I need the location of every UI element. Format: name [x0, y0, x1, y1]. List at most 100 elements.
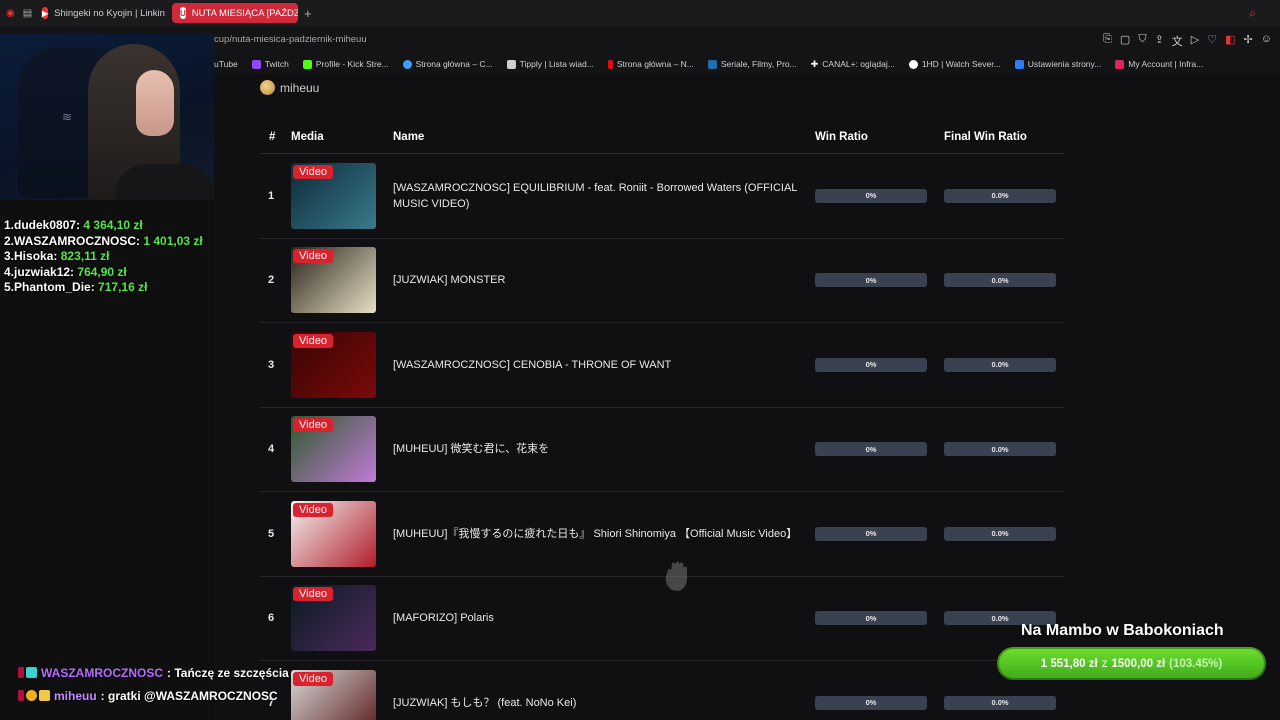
leaderboard-name: dudek0807:: [14, 218, 81, 232]
row-final-win-ratio: 0.0%: [944, 357, 1064, 372]
video-thumbnail[interactable]: Video: [291, 331, 376, 398]
final-win-ratio-value: 0.0%: [991, 444, 1009, 454]
bookmark-label: Ustawienia strony...: [1027, 59, 1102, 69]
extension-icon[interactable]: ◧: [1225, 33, 1235, 49]
header-final-win-ratio: Final Win Ratio: [944, 131, 1027, 143]
goal-separator: z: [1101, 657, 1108, 670]
row-media: Video: [291, 500, 393, 567]
tab-menu-icon[interactable]: ▤: [23, 8, 32, 19]
final-win-ratio-value: 0.0%: [991, 698, 1009, 708]
table-row[interactable]: 1 Video [WASZAMROCZNOSC] EQUILIBRIUM - f…: [260, 154, 1064, 239]
opera-icon[interactable]: ◉: [6, 8, 15, 19]
account-icon[interactable]: ☺: [1261, 33, 1272, 49]
video-thumbnail[interactable]: Video: [291, 162, 376, 229]
row-final-win-ratio: 0.0%: [944, 188, 1064, 203]
bookmark-youtube[interactable]: uTube: [214, 59, 238, 69]
tab-shingeki[interactable]: ▶ Shingeki no Kyojin | Linkin: [34, 3, 168, 23]
header-win-ratio: Win Ratio: [815, 131, 868, 143]
bookmark-kick[interactable]: Profile - Kick Stre...: [302, 59, 389, 69]
leaderboard-rank: 3.: [4, 249, 15, 263]
header-name: Name: [393, 131, 425, 143]
row-win-ratio: 0%: [815, 442, 944, 457]
chat-badges: [18, 667, 37, 678]
bookmark-label: uTube: [214, 59, 238, 69]
tab-nuta-miesiaca[interactable]: U NUTA MIESIĄCA [PAŹDZ: [172, 3, 298, 23]
settings-page-icon: [1014, 59, 1024, 69]
chat-text: : gratki @WASZAMROCZNOSC: [100, 688, 278, 703]
send-icon[interactable]: ▷: [1191, 33, 1199, 49]
avatar: [260, 80, 275, 95]
bookmark-my-account[interactable]: My Account | Infra...: [1115, 59, 1203, 69]
video-badge: Video: [293, 587, 333, 602]
bookmark-label: Seriale, Filmy, Pro...: [720, 59, 797, 69]
screen-icon[interactable]: ▢: [1120, 33, 1130, 49]
snapshot-icon[interactable]: ⎘: [1103, 33, 1112, 49]
final-win-ratio-bar: 0.0%: [944, 188, 1056, 203]
row-number: 5: [268, 527, 275, 540]
bookmark-label: Profile - Kick Stre...: [315, 59, 389, 69]
video-thumbnail[interactable]: Video: [291, 247, 376, 314]
hand-cursor-icon: [665, 561, 687, 591]
video-thumbnail[interactable]: Video: [291, 500, 376, 567]
win-ratio-value: 0%: [865, 444, 877, 454]
win-ratio-value: 0%: [865, 275, 877, 285]
row-media: Video: [291, 331, 393, 398]
chat-overlay: WASZAMROCZNOSC : Tańczę ze szczęścia mih…: [18, 661, 289, 707]
video-badge: Video: [293, 418, 333, 433]
win-ratio-value: 0%: [865, 360, 877, 370]
leaderboard-rank: 4.: [4, 264, 15, 279]
table-row[interactable]: 3 Video [WASZAMROCZNOSC] CENOBIA - THRON…: [260, 323, 1064, 408]
youtube-icon: ▶: [42, 7, 49, 19]
webcam-overlay: ≋: [0, 34, 214, 200]
chat-text: : Tańczę ze szczęścia: [167, 665, 289, 680]
search-tabs-icon[interactable]: ⌕: [1249, 6, 1256, 21]
streamer-face: [136, 70, 174, 136]
video-thumbnail[interactable]: Video: [291, 416, 376, 483]
url-text[interactable]: cup/nuta-miesica-padziernik-miheuu: [214, 34, 367, 45]
win-ratio-bar: 0%: [815, 188, 927, 203]
bookmark-tipply[interactable]: Tipply | Lista wiad...: [506, 59, 594, 69]
bookmark-seriale[interactable]: Seriale, Filmy, Pro...: [707, 59, 797, 69]
globe-icon: [402, 59, 412, 69]
row-title: [WASZAMROCZNOSC] CENOBIA - THRONE OF WAN…: [393, 358, 672, 371]
row-win-ratio: 0%: [815, 273, 944, 288]
new-tab-button[interactable]: +: [304, 6, 312, 21]
translate-icon[interactable]: 文: [1172, 33, 1183, 49]
leaderboard-amount: 1 401,03 zł: [143, 233, 203, 248]
win-ratio-value: 0%: [865, 698, 877, 708]
bookmark-netflix[interactable]: Strona główna – N...: [607, 59, 694, 69]
goal-progress-bar: 1 551,80 zł z 1500,00 zł (103.45%): [997, 647, 1266, 680]
leaderboard-rank: 1.: [4, 218, 15, 232]
bookmark-1hd[interactable]: 1HD | Watch Sever...: [908, 59, 1001, 69]
win-ratio-bar: 0%: [815, 273, 927, 288]
plus-icon: ✚: [810, 58, 819, 69]
video-thumbnail[interactable]: Video: [291, 669, 376, 720]
netflix-icon: [607, 59, 613, 69]
table-row[interactable]: 7 Video [JUZWIAK] もしも？ (feat. NoNo Kei) …: [260, 661, 1064, 720]
address-bar-icons: ⎘ ▢ ⛉ ⇪ 文 ▷ ♡ ◧ ✢ ☺: [1103, 33, 1272, 49]
table-row[interactable]: 2 Video [JUZWIAK] MONSTER 0% 0.0%: [260, 239, 1064, 323]
bookmark-twitch[interactable]: Twitch: [251, 59, 289, 69]
heart-icon[interactable]: ♡: [1207, 33, 1217, 49]
table-row[interactable]: 4 Video [MUHEUU] 微笑む君に、花束を 0% 0.0%: [260, 408, 1064, 492]
streamer-shoulder: [116, 164, 214, 200]
bookmark-ustawienia[interactable]: Ustawienia strony...: [1014, 59, 1102, 69]
bookmark-canal[interactable]: ✚ CANAL+: oglądaj...: [811, 59, 895, 70]
header-media: Media: [291, 131, 324, 143]
share-icon[interactable]: ⇪: [1155, 33, 1164, 49]
shield-icon[interactable]: ⛉: [1138, 33, 1146, 49]
leaderboard-name: WASZAMROCZNOSC:: [14, 233, 141, 248]
leaderboard-amount: 764,90 zł: [77, 264, 127, 279]
bookmark-label: Strona główna – N...: [616, 59, 694, 69]
final-win-ratio-bar: 0.0%: [944, 273, 1056, 288]
bookmark-strona-c[interactable]: Strona główna – C...: [402, 59, 493, 69]
account-page-icon: [1115, 59, 1125, 69]
puzzle-icon[interactable]: ✢: [1244, 33, 1253, 49]
author-info[interactable]: miheuu: [260, 80, 319, 95]
gift-badge-icon: [26, 667, 37, 678]
video-badge: Video: [293, 502, 333, 517]
row-win-ratio: 0%: [815, 357, 944, 372]
row-media: Video: [291, 162, 393, 229]
video-thumbnail[interactable]: Video: [291, 585, 376, 652]
row-final-win-ratio: 0.0%: [944, 526, 1064, 541]
